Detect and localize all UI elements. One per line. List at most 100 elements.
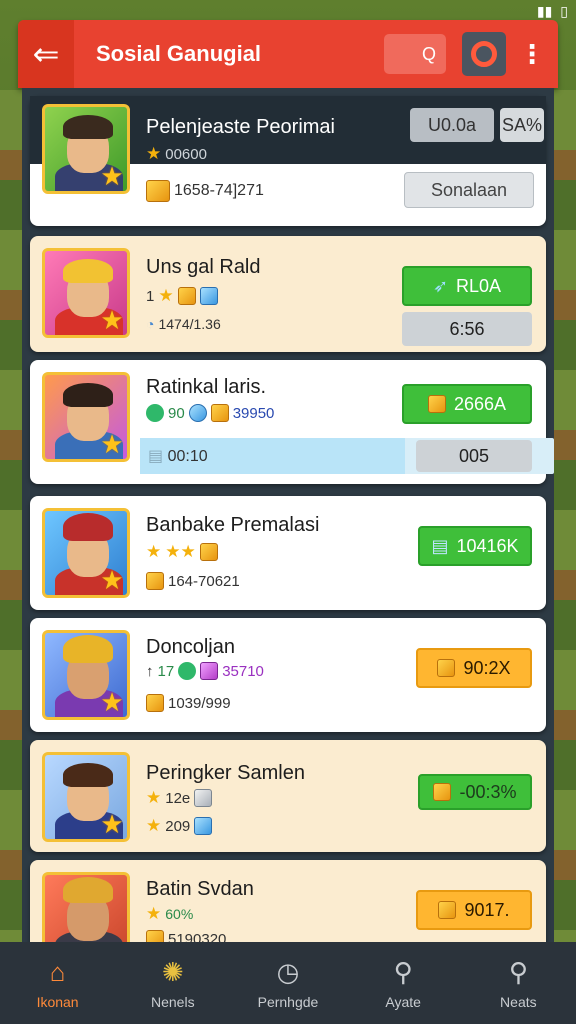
blue-cube-icon	[199, 287, 218, 305]
gem-value: 90	[168, 404, 185, 422]
avatar: ★	[42, 752, 130, 842]
nav-item-ayate[interactable]: ⚲ Ayate	[348, 956, 458, 1011]
profile-button[interactable]	[462, 32, 506, 76]
gem-value: 35710	[222, 662, 264, 680]
player-name: Ratinkal laris.	[146, 376, 267, 398]
player-card[interactable]: Batin Svdan ★ 60% 5190320 9017.	[30, 860, 546, 942]
timer-chip: 6:56	[402, 312, 532, 346]
more-vertical-icon: ⋮	[519, 38, 545, 69]
nav-item-nenels[interactable]: ✺ Nenels	[118, 956, 228, 1011]
player-card[interactable]: Pelenjeaste Peorimai ★ 00600 U0.0a SA% ★…	[30, 96, 546, 226]
arrow-left-icon: ⇐	[32, 36, 60, 72]
gold-cube-icon	[146, 180, 170, 202]
player-name: Uns gal Rald	[146, 256, 261, 278]
search-icon: ⚲	[393, 956, 413, 987]
action-button[interactable]: 90:2X	[416, 648, 532, 688]
nav-item-neats[interactable]: ⚲ Neats	[463, 956, 573, 1011]
action-button[interactable]: 2666A	[402, 384, 532, 424]
battery-icon: ▯	[560, 2, 568, 19]
stars-value: 00600	[165, 145, 207, 163]
action-button[interactable]: ▤ 10416K	[418, 526, 532, 566]
level-value: 17	[157, 662, 175, 680]
player-name: Doncoljan	[146, 636, 235, 658]
button-label: 2666A	[453, 393, 507, 414]
back-button[interactable]: ⇐	[18, 20, 74, 88]
avatar: ★	[42, 630, 130, 720]
gold-cube-icon	[177, 287, 196, 305]
search-button[interactable]: Q	[384, 34, 446, 74]
gold-cube-icon	[437, 659, 456, 677]
leaderboard-list: Pelenjeaste Peorimai ★ 00600 U0.0a SA% ★…	[22, 88, 554, 942]
resource-row: 1658-74]271	[146, 180, 264, 202]
nav-label: Pernhgde	[257, 994, 319, 1010]
action-button[interactable]: 9017.	[416, 890, 532, 930]
action-button[interactable]: ➶ RL0A	[402, 266, 532, 306]
player-stars: ★ 00600	[146, 144, 207, 164]
resource-value: 164-70621	[168, 572, 240, 590]
bolt-icon: ➶	[432, 275, 449, 296]
signal-icon: ▮▮	[536, 2, 553, 19]
player-name: Peringker Samlen	[146, 762, 305, 784]
compass-icon: ◷	[276, 956, 300, 987]
resource-value: 209	[165, 817, 191, 835]
star-badge-icon: ★	[100, 809, 124, 839]
green-gem-icon	[146, 404, 164, 422]
sun-icon: ✺	[161, 956, 184, 987]
star-icon: ★	[146, 788, 162, 807]
list-icon: ▤	[148, 448, 164, 465]
calendar-icon: ▤	[431, 535, 449, 556]
progress-label: ▤ 00:10	[148, 446, 208, 466]
gold-cube-icon	[433, 783, 452, 801]
status-bar: ▮▮ ▯	[0, 0, 576, 22]
stars-value: 60%	[165, 906, 194, 922]
home-icon: ⌂	[49, 956, 66, 987]
player-card[interactable]: ★ Ratinkal laris. 90 39950 ▤ 00:10 2666A…	[30, 360, 554, 484]
star-badge-icon: ★	[100, 305, 124, 335]
avatar: ★	[42, 508, 130, 598]
page-title: Sosial Ganugial	[96, 41, 262, 66]
player-card[interactable]: ★ Uns gal Rald 1 ★ ◔ 1474/1.36 ➶ RL0A 6:…	[30, 236, 546, 352]
avatar: ★	[42, 248, 130, 338]
star-badge-icon: ★	[100, 565, 124, 595]
badges-row: ★ 60%	[146, 904, 193, 924]
resource-value: 5190320	[168, 930, 227, 943]
resource-value: 1474/1.36	[158, 316, 221, 332]
badges-row: 1 ★	[146, 286, 218, 306]
green-gem-icon	[178, 662, 197, 680]
social-button[interactable]: Sonalaan	[404, 172, 534, 208]
blue-gem-icon	[188, 404, 207, 422]
stat-chip: U0.0a	[410, 108, 494, 142]
resource-row: 5190320	[146, 930, 226, 942]
more-options-button[interactable]: ⋮	[518, 39, 546, 70]
player-name: Batin Svdan	[146, 878, 254, 900]
chip-value: U0.0a	[427, 114, 477, 135]
resource-row: 1039/999	[146, 694, 231, 712]
gold-cube-icon	[146, 694, 164, 712]
star-icon: ★	[158, 286, 174, 305]
nav-item-home[interactable]: ⌂ Ikonan	[3, 956, 113, 1011]
star-icon: ★	[146, 904, 162, 923]
nav-item-pernhgde[interactable]: ◷ Pernhgde	[233, 956, 343, 1011]
level-value: 1	[146, 287, 155, 305]
stars-value: 12e	[165, 789, 191, 807]
chip-value: SA%	[501, 114, 543, 135]
button-label: 90:2X	[463, 657, 511, 678]
badges-row: ★ 12e	[146, 788, 213, 808]
nav-label: Neats	[500, 994, 537, 1010]
action-button[interactable]: -00:3%	[418, 774, 532, 810]
gold-cube-icon	[438, 901, 457, 919]
player-card[interactable]: ★ Doncoljan ↑ 17 35710 1039/999 90:2X	[30, 618, 546, 732]
star-icon: ★	[146, 816, 162, 835]
star-icon: ★★	[165, 542, 196, 561]
player-card[interactable]: ★ Peringker Samlen ★ 12e ★ 209 -00:3%	[30, 740, 546, 852]
gems-row: 90 39950	[146, 404, 274, 422]
resource-row: ★ 209	[146, 816, 213, 836]
magnifier-icon: ⚲	[508, 956, 528, 987]
blue-cube-icon	[194, 817, 213, 835]
player-card[interactable]: ★ Banbake Premalasi ★ ★★ 164-70621 ▤ 104…	[30, 496, 546, 610]
avatar	[42, 872, 130, 942]
gem-value: 39950	[232, 404, 275, 422]
timer-chip: 005	[416, 440, 532, 472]
button-label: 10416K	[456, 535, 519, 556]
button-label: Sonalaan	[430, 179, 508, 200]
